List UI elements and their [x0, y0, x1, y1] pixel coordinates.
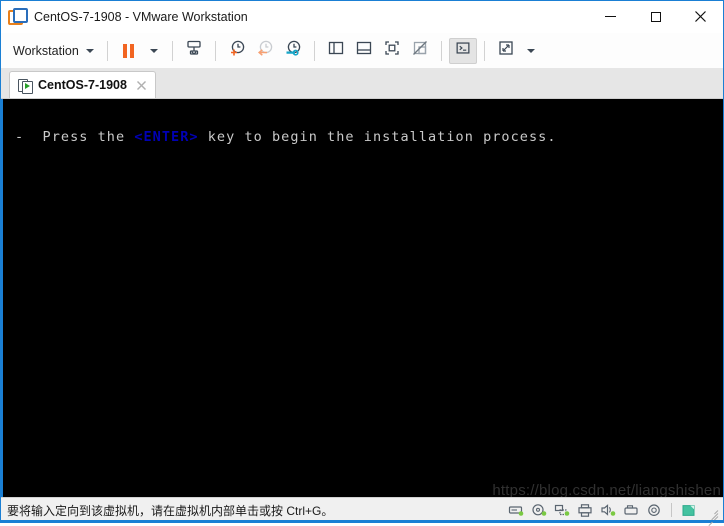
console-text-line: - Press the <ENTER> key to begin the ins…	[15, 129, 557, 145]
toolbar-separator	[440, 40, 442, 61]
watermark-text: https://blog.csdn.net/liangshishen	[492, 482, 721, 497]
unity-mode-button[interactable]	[406, 38, 434, 64]
pause-dropdown-button[interactable]	[143, 38, 165, 64]
status-printer-icon[interactable]	[575, 501, 595, 519]
fullscreen-button[interactable]	[378, 38, 406, 64]
console-view-icon	[454, 39, 472, 62]
chevron-down-icon	[85, 48, 94, 53]
snapshot-manager-button[interactable]	[279, 38, 307, 64]
status-cd-dvd-icon[interactable]	[529, 501, 549, 519]
status-separator	[671, 503, 672, 517]
take-snapshot-button[interactable]	[223, 38, 251, 64]
close-button[interactable]	[678, 1, 723, 32]
toolbar: Workstation	[1, 33, 723, 68]
close-icon	[695, 11, 706, 22]
thumbnail-bar-icon	[354, 38, 374, 63]
console-enter-key: <ENTER>	[134, 129, 199, 145]
status-sound-icon[interactable]	[598, 501, 618, 519]
pause-vm-button[interactable]	[115, 38, 143, 64]
console-view-button[interactable]	[448, 37, 477, 64]
status-hard-disk-icon[interactable]	[506, 501, 526, 519]
vmware-workstation-window: CentOS-7-1908 - VMware Workstation Works…	[0, 0, 724, 526]
stretch-dropdown-button[interactable]	[520, 38, 542, 64]
minimize-button[interactable]	[588, 1, 633, 32]
workstation-menu-button[interactable]: Workstation	[5, 38, 100, 64]
status-network-icon[interactable]	[552, 501, 572, 519]
title-bar: CentOS-7-1908 - VMware Workstation	[1, 1, 723, 33]
toolbar-separator	[171, 40, 173, 61]
maximize-button[interactable]	[633, 1, 678, 32]
console-text-prefix: - Press the	[15, 129, 135, 145]
chevron-down-icon	[149, 48, 158, 53]
status-input-icon[interactable]	[679, 501, 699, 519]
status-usb-icon[interactable]	[621, 501, 641, 519]
fullscreen-icon	[382, 38, 402, 63]
stretch-arrows-icon	[496, 38, 516, 63]
maximize-icon	[650, 11, 661, 22]
toolbar-separator	[313, 40, 315, 61]
console-text-suffix: key to begin the installation process.	[198, 129, 557, 145]
workstation-menu-label: Workstation	[13, 43, 79, 58]
show-thumbnails-button[interactable]	[350, 38, 378, 64]
status-bar: 要将输入定向到该虚拟机，请在虚拟机内部单击或按 Ctrl+G。	[1, 497, 723, 526]
snapshot-add-icon	[227, 38, 247, 63]
window-title: CentOS-7-1908 - VMware Workstation	[34, 9, 248, 24]
toolbar-separator	[106, 40, 108, 61]
tab-centos[interactable]: CentOS-7-1908	[9, 71, 156, 98]
resize-grip-icon[interactable]	[705, 504, 719, 526]
chevron-down-icon	[526, 48, 535, 53]
status-device-icons	[506, 501, 719, 526]
send-keys-icon	[184, 38, 204, 63]
status-message: 要将输入定向到该虚拟机，请在虚拟机内部单击或按 Ctrl+G。	[7, 503, 334, 518]
tab-bar: CentOS-7-1908	[1, 68, 723, 99]
vm-console[interactable]: - Press the <ENTER> key to begin the ins…	[1, 99, 723, 497]
unity-mode-disabled-icon	[410, 38, 430, 63]
stretch-guest-button[interactable]	[492, 38, 520, 64]
accent-strip	[1, 520, 723, 522]
tab-label: CentOS-7-1908	[38, 78, 127, 92]
show-library-button[interactable]	[322, 38, 350, 64]
tab-close-button[interactable]	[135, 78, 149, 92]
vmware-workstation-icon	[8, 7, 28, 26]
toolbar-separator	[483, 40, 485, 61]
library-panel-icon	[326, 38, 346, 63]
window-controls	[588, 1, 723, 32]
pause-icon	[123, 43, 135, 58]
status-floppy-icon[interactable]	[644, 501, 664, 519]
snapshot-manager-icon	[283, 38, 303, 63]
revert-snapshot-button[interactable]	[251, 38, 279, 64]
vm-powered-on-icon	[18, 78, 33, 94]
send-ctrl-alt-del-button[interactable]	[180, 38, 208, 64]
minimize-icon	[605, 16, 616, 17]
snapshot-revert-icon	[255, 38, 275, 63]
toolbar-separator	[214, 40, 216, 61]
